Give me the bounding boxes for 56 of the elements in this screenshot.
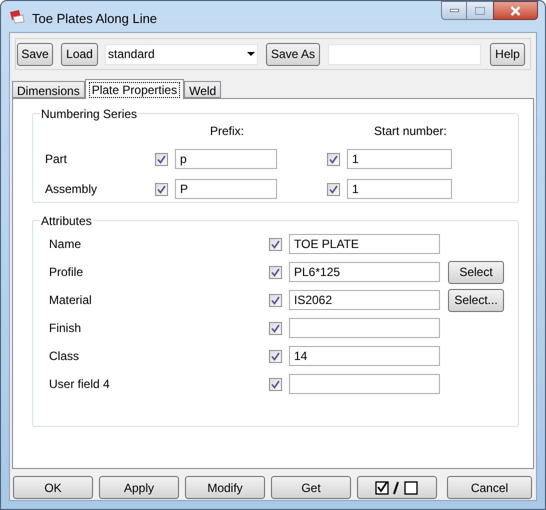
dropdown-arrow-icon (247, 52, 255, 56)
save-as-button[interactable]: Save As (266, 42, 320, 66)
minimize-icon (450, 9, 458, 12)
start-number-field[interactable]: 1 (347, 149, 452, 169)
preset-dropdown[interactable]: standard (105, 44, 258, 64)
save-as-name-field[interactable] (328, 44, 481, 64)
window-title: Toe Plates Along Line (32, 10, 158, 28)
attribute-field[interactable]: 14 (289, 346, 440, 366)
dialog-button[interactable]: OK (13, 476, 93, 499)
row-label: Assembly (45, 181, 98, 198)
prefix-field[interactable]: P (175, 179, 277, 199)
dialog-button[interactable]: Get (271, 476, 351, 499)
minimize-button[interactable] (441, 1, 467, 20)
help-button[interactable]: Help (490, 42, 525, 66)
attribute-field[interactable] (289, 374, 440, 394)
toggle-all-button[interactable] (357, 476, 437, 499)
check-toggle-icon (375, 480, 419, 494)
dialog-button[interactable]: Apply (99, 476, 179, 499)
attribute-label: User field 4 (49, 376, 111, 393)
app-icon (9, 9, 25, 24)
close-button[interactable] (493, 1, 538, 20)
attribute-field[interactable]: TOE PLATE (289, 234, 440, 254)
save-button[interactable]: Save (17, 42, 53, 66)
attribute-label: Profile (49, 264, 84, 281)
column-heading: Start number: (374, 123, 447, 140)
start-number-field[interactable]: 1 (347, 179, 452, 199)
attribute-field[interactable] (289, 318, 440, 338)
checkbox[interactable] (327, 152, 340, 166)
checkbox[interactable] (269, 350, 282, 362)
attribute-label: Material (49, 292, 93, 309)
close-icon (510, 6, 521, 16)
select-button[interactable]: Select (448, 260, 504, 284)
attribute-field[interactable]: IS2062 (289, 290, 440, 310)
tab[interactable]: Weld (184, 81, 222, 98)
attribute-field[interactable]: PL6*125 (289, 262, 440, 282)
checkbox[interactable] (269, 294, 282, 306)
maximize-icon (475, 6, 485, 14)
checkbox[interactable] (155, 182, 168, 196)
checkbox[interactable] (269, 322, 282, 334)
checkbox[interactable] (327, 182, 340, 196)
dialog-button[interactable]: Cancel (447, 476, 532, 499)
prefix-field[interactable]: p (175, 149, 277, 169)
checkbox[interactable] (155, 152, 168, 166)
checkbox[interactable] (269, 238, 282, 250)
column-heading: Prefix: (210, 123, 244, 140)
load-button[interactable]: Load (61, 42, 98, 66)
select-button[interactable]: Select... (448, 288, 504, 312)
tab[interactable]: Dimensions (12, 81, 85, 98)
attribute-label: Finish (49, 320, 82, 337)
dialog-button[interactable]: Modify (185, 476, 265, 499)
checkbox[interactable] (269, 378, 282, 390)
attribute-label: Class (49, 348, 80, 365)
tab[interactable]: Plate Properties (84, 79, 184, 99)
checkbox[interactable] (269, 266, 282, 278)
row-label: Part (45, 151, 68, 168)
attribute-label: Name (49, 236, 82, 253)
